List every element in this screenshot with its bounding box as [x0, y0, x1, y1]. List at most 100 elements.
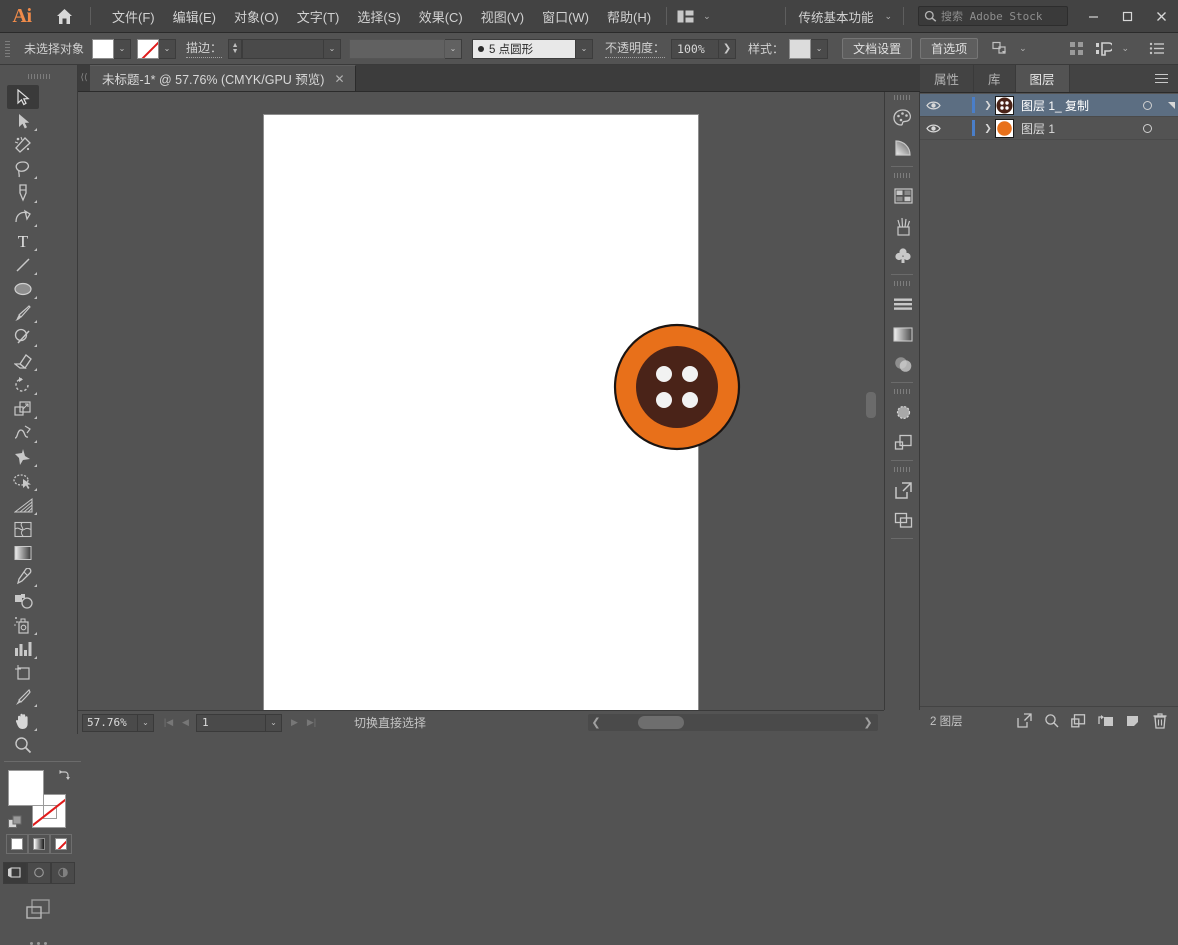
align-icon[interactable] [1064, 37, 1090, 61]
appearance-icon[interactable] [885, 397, 921, 427]
panel-layout-icon[interactable] [673, 10, 698, 23]
color-palette-icon[interactable] [885, 103, 921, 133]
draw-normal-button[interactable] [3, 862, 27, 884]
brush-chevron-icon[interactable]: ⌄ [576, 39, 593, 59]
arrange-control[interactable]: ⌄ [988, 37, 1032, 61]
menu-item-edit[interactable]: 编辑(E) [164, 2, 225, 31]
magic-wand-tool[interactable] [7, 133, 39, 157]
delete-selection-icon[interactable] [1147, 709, 1172, 733]
locate-object-icon[interactable] [1012, 709, 1037, 733]
menu-item-view[interactable]: 视图(V) [472, 2, 533, 31]
mesh-tool[interactable] [7, 517, 39, 541]
eraser-tool[interactable] [7, 349, 39, 373]
swap-fill-stroke-icon[interactable] [59, 768, 72, 781]
blend-tool[interactable] [7, 589, 39, 613]
stroke-profile-chevron-icon[interactable]: ⌄ [445, 39, 462, 59]
tab-layers[interactable]: 图层 [1016, 65, 1070, 92]
color-swatch-mode-button[interactable] [6, 834, 28, 854]
menu-item-object[interactable]: 对象(O) [225, 2, 288, 31]
artboards-icon[interactable] [885, 475, 921, 505]
gradient-panel-icon[interactable] [885, 319, 921, 349]
panel-layout-chevron-icon[interactable]: ⌄ [698, 11, 716, 22]
dock-gripper-4[interactable] [885, 386, 919, 397]
align-panel-icon[interactable] [885, 289, 921, 319]
previous-artboard-button[interactable]: ◀ [177, 714, 194, 732]
menu-item-select[interactable]: 选择(S) [348, 2, 409, 31]
window-maximize-button[interactable] [1110, 0, 1144, 33]
window-minimize-button[interactable] [1076, 0, 1110, 33]
style-chevron-icon[interactable]: ⌄ [811, 39, 828, 59]
style-swatch[interactable] [789, 39, 811, 59]
stroke-weight-field[interactable] [242, 39, 324, 59]
swatches-icon[interactable] [885, 181, 921, 211]
artboard-tool[interactable] [7, 661, 39, 685]
column-graph-tool[interactable] [7, 637, 39, 661]
stroke-swatch[interactable] [137, 39, 159, 59]
lasso-tool[interactable] [7, 157, 39, 181]
stroke-control[interactable]: ⌄ [137, 39, 176, 59]
home-icon[interactable] [44, 0, 84, 33]
workspace-chevron-icon[interactable]: ⌄ [879, 11, 897, 22]
scroll-right-arrow-icon[interactable]: ❯ [860, 716, 876, 729]
workspace-switcher-label[interactable]: 传统基本功能 [792, 7, 879, 26]
opacity-control[interactable]: 100% ❯ [671, 39, 736, 59]
draw-inside-button[interactable] [51, 862, 75, 884]
next-artboard-button[interactable]: ▶ [286, 714, 303, 732]
search-layers-icon[interactable] [1039, 709, 1064, 733]
tab-bar-gripper[interactable]: ⟨⟨ [78, 64, 90, 91]
panel-collapse-handle[interactable] [866, 392, 876, 418]
dock-gripper-5[interactable] [885, 464, 919, 475]
stroke-weight-control[interactable]: ▲▼ ⌄ [228, 39, 341, 59]
panel-menu-icon[interactable] [1145, 65, 1178, 92]
hand-tool[interactable] [7, 709, 39, 733]
zoom-level-field[interactable]: 57.76% [82, 714, 138, 732]
make-clipping-mask-icon[interactable] [1066, 709, 1091, 733]
scrollbar-thumb[interactable] [638, 716, 684, 729]
first-artboard-button[interactable]: |◀ [160, 714, 177, 732]
last-artboard-button[interactable]: ▶| [303, 714, 320, 732]
layer-row[interactable]: ❯ 图层 1_ 复制 [920, 94, 1178, 117]
layer-name[interactable]: 图层 1_ 复制 [1021, 97, 1132, 114]
stroke-weight-chevron-icon[interactable]: ⌄ [324, 39, 341, 59]
layer-visibility-icon[interactable] [920, 100, 946, 111]
slice-tool[interactable] [7, 685, 39, 709]
layer-selection-indicator[interactable] [1162, 102, 1178, 109]
menu-item-help[interactable]: 帮助(H) [598, 2, 660, 31]
horizontal-scrollbar[interactable]: ❮ ❯ [588, 714, 878, 731]
transparency-icon[interactable] [885, 349, 921, 379]
opacity-flyout-icon[interactable]: ❯ [719, 39, 736, 59]
arrange-icon[interactable] [988, 37, 1014, 61]
tab-properties[interactable]: 属性 [920, 65, 974, 92]
fill-swatch-large[interactable] [8, 770, 44, 806]
status-message[interactable]: 切换直接选择 [354, 714, 426, 731]
paintbrush-tool[interactable] [7, 301, 39, 325]
stroke-weight-stepper[interactable]: ▲▼ [228, 39, 242, 59]
stroke-weight-label[interactable]: 描边： [186, 39, 222, 58]
brushes-icon[interactable] [885, 211, 921, 241]
shape-builder-tool[interactable] [7, 469, 39, 493]
distribute-icon[interactable] [1090, 37, 1116, 61]
direct-selection-tool[interactable] [7, 109, 39, 133]
button-illustration[interactable] [612, 312, 742, 462]
layers-stack-icon[interactable] [885, 505, 921, 535]
selection-tool[interactable] [7, 85, 39, 109]
layer-target-indicator[interactable] [1132, 101, 1162, 110]
preferences-button[interactable]: 首选项 [920, 38, 978, 59]
chevron-right-icon[interactable]: ❯ [981, 100, 995, 111]
window-close-button[interactable] [1144, 0, 1178, 33]
color-guide-icon[interactable] [885, 133, 921, 163]
style-control[interactable]: ⌄ [789, 39, 828, 59]
toolbar-gripper[interactable] [0, 71, 77, 81]
chevron-right-icon[interactable]: ❯ [981, 123, 995, 134]
menu-item-type[interactable]: 文字(T) [288, 2, 349, 31]
artboard[interactable] [264, 115, 698, 710]
arrange-chevron-icon[interactable]: ⌄ [1014, 43, 1032, 54]
shaper-tool[interactable] [7, 325, 39, 349]
opacity-field[interactable]: 100% [671, 39, 719, 59]
brush-definition-control[interactable]: 5 点圆形 ⌄ [472, 39, 593, 59]
stroke-profile-control[interactable]: ⌄ [349, 39, 462, 59]
layer-name[interactable]: 图层 1 [1021, 120, 1132, 137]
dock-gripper[interactable] [885, 92, 919, 103]
fill-dropdown-chevron-icon[interactable]: ⌄ [114, 39, 131, 59]
control-bar-gripper[interactable] [4, 38, 12, 60]
